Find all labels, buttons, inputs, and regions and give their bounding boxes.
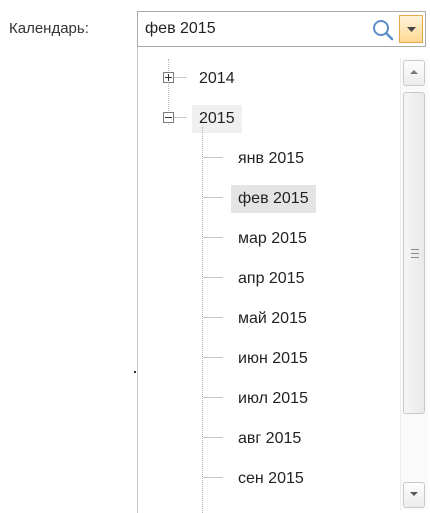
chevron-up-icon (410, 70, 418, 74)
tree-line (203, 477, 223, 478)
tree-node-month[interactable]: сен 2015 (231, 465, 311, 493)
tree-node-month[interactable]: апр 2015 (231, 265, 312, 293)
tree-node-month[interactable]: мар 2015 (231, 225, 314, 253)
tree-node-month[interactable]: июл 2015 (231, 385, 315, 413)
calendar-value[interactable]: фев 2015 (145, 20, 216, 38)
tree-line (203, 157, 223, 158)
tree-node-month-selected[interactable]: фев 2015 (231, 185, 316, 213)
expand-icon[interactable] (163, 72, 174, 83)
tree-node-month[interactable]: май 2015 (231, 305, 314, 333)
tree-line (203, 317, 223, 318)
chevron-down-icon (410, 492, 418, 496)
tree-node-year[interactable]: 2015 (192, 105, 242, 133)
stray-dot (134, 371, 136, 373)
dropdown-button[interactable] (399, 15, 423, 43)
tree-line (203, 277, 223, 278)
tree-line (203, 357, 223, 358)
tree-line (202, 127, 203, 513)
tree-line (203, 397, 223, 398)
tree-line (203, 237, 223, 238)
tree-line (173, 77, 187, 78)
tree-node-month[interactable]: июн 2015 (231, 345, 315, 373)
vertical-scrollbar[interactable] (400, 58, 428, 510)
tree-node-year[interactable]: 2014 (192, 65, 242, 93)
scroll-up-button[interactable] (403, 60, 425, 86)
tree-line (203, 437, 223, 438)
search-icon[interactable] (371, 18, 395, 42)
tree-node-month[interactable]: авг 2015 (231, 425, 308, 453)
calendar-label: Календарь: (9, 20, 89, 37)
collapse-icon[interactable] (163, 112, 174, 123)
scroll-down-button[interactable] (403, 482, 425, 508)
chevron-down-icon (407, 27, 416, 32)
tree-line (203, 197, 223, 198)
tree-node-month[interactable]: янв 2015 (231, 145, 311, 173)
tree-line (173, 117, 187, 118)
scroll-thumb[interactable] (403, 92, 425, 414)
dropdown-popup: 2014 2015 янв 2015 фев 2015 мар 2015 апр… (137, 47, 428, 513)
calendar-combobox[interactable]: фев 2015 (137, 11, 426, 47)
